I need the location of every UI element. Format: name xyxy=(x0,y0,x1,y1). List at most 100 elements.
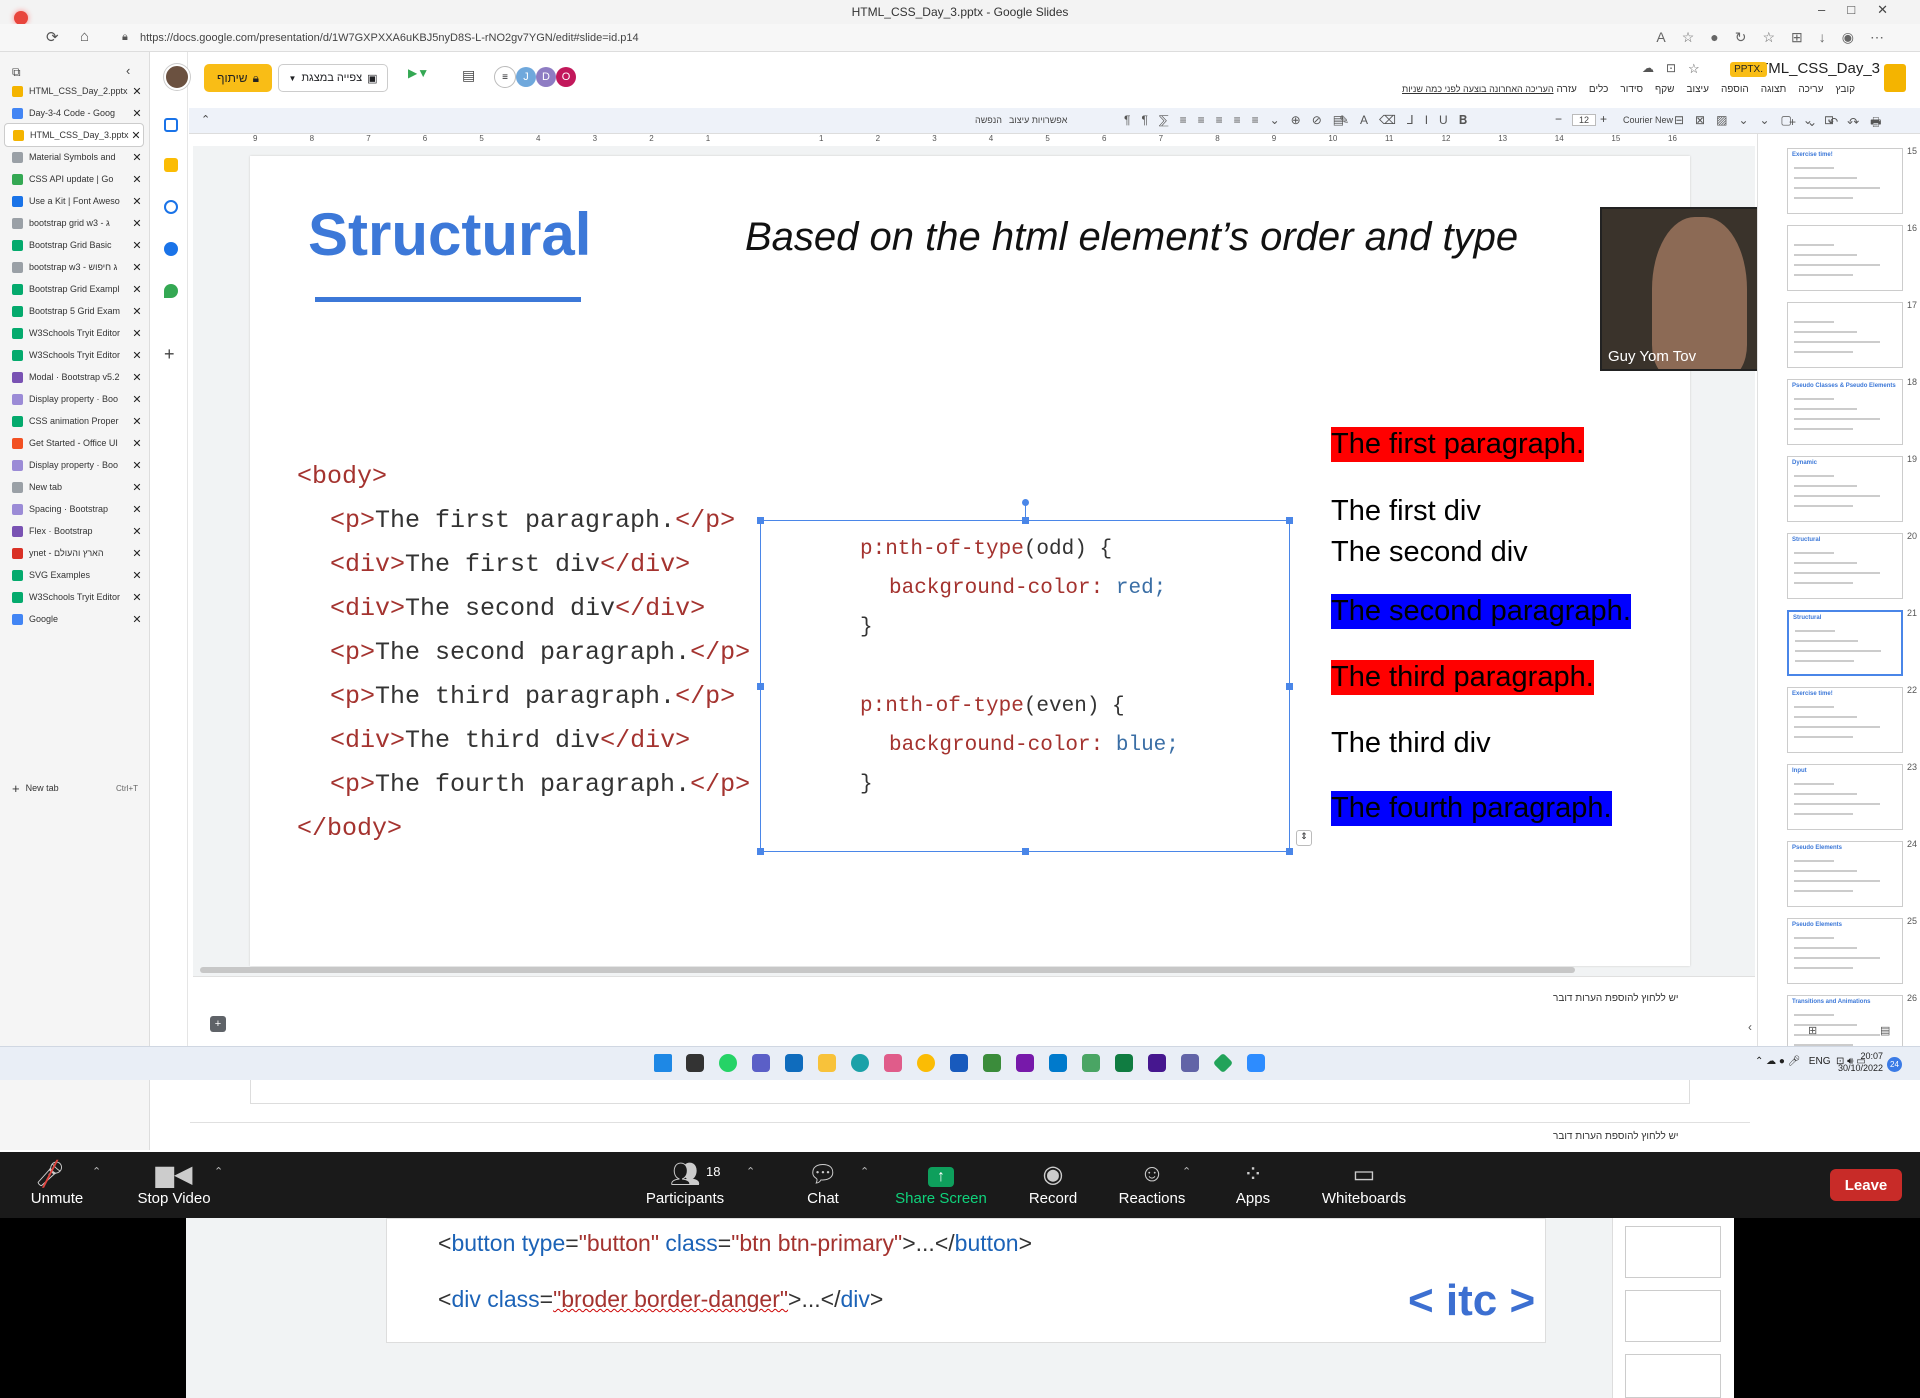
file-explorer-icon[interactable] xyxy=(818,1054,836,1072)
teams-icon[interactable] xyxy=(752,1054,770,1072)
audio-options-caret[interactable]: ⌃ xyxy=(92,1165,101,1178)
browser-tab[interactable]: W3Schools Tryit Editor ✕ xyxy=(4,321,144,345)
slide-thumbnail[interactable]: Pseudo Classes & Pseudo Elements xyxy=(1787,379,1903,445)
slide-thumbnail[interactable]: Structural xyxy=(1787,533,1903,599)
close-icon[interactable]: ✕ xyxy=(130,327,144,340)
close-icon[interactable]: ✕ xyxy=(130,261,144,274)
close-icon[interactable]: ✕ xyxy=(130,569,144,582)
browser-tab[interactable]: New tab ✕ xyxy=(4,475,144,499)
whatsapp-icon[interactable] xyxy=(719,1054,737,1072)
start-icon[interactable] xyxy=(654,1054,672,1072)
html-code-line[interactable]: <p>The first paragraph.</p> xyxy=(330,506,735,535)
maps-icon[interactable] xyxy=(164,284,178,298)
close-icon[interactable]: ✕ xyxy=(130,503,144,516)
browser-tab[interactable]: Get Started - Office UI ✕ xyxy=(4,431,144,455)
account-avatar[interactable] xyxy=(164,64,190,90)
close-icon[interactable]: ✕ xyxy=(129,129,143,142)
css-declaration-line[interactable]: background-color: blue; xyxy=(889,734,1179,757)
teams-alt-icon[interactable] xyxy=(1181,1054,1199,1072)
menu-item[interactable]: עריכה xyxy=(1798,84,1823,95)
taskview-icon[interactable] xyxy=(686,1054,704,1072)
browser-tab[interactable]: Bootstrap 5 Grid Exam ✕ xyxy=(4,299,144,323)
result-line[interactable]: The second div xyxy=(1331,535,1528,570)
menu-item[interactable]: כלים xyxy=(1589,84,1609,95)
close-icon[interactable]: ✕ xyxy=(130,437,144,450)
collapse-sidebar-icon[interactable]: ‹ xyxy=(126,63,130,78)
browser-tab[interactable]: Flex · Bootstrap ✕ xyxy=(4,519,144,543)
browser-tab[interactable]: SVG Examples ✕ xyxy=(4,563,144,587)
collaborator-avatar[interactable]: D xyxy=(536,67,556,87)
collapse-toolbar-icon[interactable]: ⌃ xyxy=(201,113,210,126)
slide-thumbnail[interactable]: Exercise time! xyxy=(1787,148,1903,214)
css-declaration-line[interactable]: background-color: red; xyxy=(889,577,1166,600)
browser-tab[interactable]: bootstrap w3 - ג חיפוש ✕ xyxy=(4,255,144,279)
horizontal-scrollbar[interactable] xyxy=(200,967,1575,973)
slide-thumbnail[interactable]: Input xyxy=(1787,764,1903,830)
speaker-notes-placeholder[interactable]: יש ללחוץ להוספת הערות דובר xyxy=(1553,993,1679,1004)
close-icon[interactable]: ✕ xyxy=(130,393,144,406)
html-code-line[interactable]: <p>The third paragraph.</p> xyxy=(330,682,735,711)
taskbar-clock[interactable]: 20:07 30/10/2022 xyxy=(1838,1050,1883,1074)
slide-title[interactable]: Structural xyxy=(308,200,591,269)
menu-item[interactable]: שקף xyxy=(1655,84,1674,95)
url-field[interactable]: https://docs.google.com/presentation/d/1… xyxy=(140,32,639,44)
selected-textbox[interactable] xyxy=(757,499,1293,855)
menu-item[interactable]: הוספה xyxy=(1721,84,1749,95)
slide-subtitle[interactable]: Based on the html element’s order and ty… xyxy=(745,215,1518,260)
calendar-icon[interactable] xyxy=(164,118,178,132)
sway-icon[interactable] xyxy=(983,1054,1001,1072)
resize-handle[interactable] xyxy=(1022,848,1029,855)
browser-tab[interactable]: W3Schools Tryit Editor ✕ xyxy=(4,585,144,609)
css-close-line[interactable]: } xyxy=(860,616,873,639)
menu-item[interactable]: עזרה xyxy=(1556,84,1576,95)
font-size-field[interactable]: 12 xyxy=(1572,114,1596,126)
menu-item[interactable]: סידור xyxy=(1620,84,1643,95)
window-controls[interactable]: –□✕ xyxy=(1818,2,1910,18)
close-icon[interactable]: ✕ xyxy=(130,613,144,626)
slide-thumbnail[interactable]: Pseudo Elements xyxy=(1787,918,1903,984)
keep-icon[interactable] xyxy=(164,158,178,172)
word-icon[interactable] xyxy=(950,1054,968,1072)
browser-tab[interactable]: W3Schools Tryit Editor ✕ xyxy=(4,343,144,367)
font-family-dropdown[interactable]: Courier New xyxy=(1623,115,1673,125)
browser-tab[interactable]: ynet - הארץ והעולם ✕ xyxy=(4,541,144,565)
participants-options-caret[interactable]: ⌃ xyxy=(746,1165,755,1178)
tab-actions-icon[interactable]: ⧉ xyxy=(12,65,21,80)
result-line[interactable]: The third div xyxy=(1331,726,1491,761)
text-format-icons[interactable]: ✎A⌫⅃IU𝐁 xyxy=(1339,113,1478,128)
collaborator-avatar[interactable]: J xyxy=(516,67,536,87)
document-title[interactable]: HTML_CSS_Day_3 xyxy=(1748,60,1880,77)
close-icon[interactable]: ✕ xyxy=(130,459,144,472)
format-options-button[interactable]: אפשרויות עיצוב xyxy=(1009,115,1067,125)
slide-thumbnail[interactable] xyxy=(1787,225,1903,291)
close-icon[interactable]: ✕ xyxy=(130,217,144,230)
menu-item[interactable]: קובץ xyxy=(1835,84,1855,95)
resize-handle[interactable] xyxy=(1022,517,1029,524)
result-line[interactable]: The first div xyxy=(1331,494,1481,529)
toolbar-insert-icons[interactable]: ⊟⊠▨⌄⌄▢⌄⊡⌄ xyxy=(1674,113,1866,127)
add-addon-icon[interactable]: + xyxy=(164,344,175,365)
browser-tab[interactable]: Bootstrap Grid Exampl ✕ xyxy=(4,277,144,301)
reactions-options-caret[interactable]: ⌃ xyxy=(1182,1165,1191,1178)
snipping-tool-icon[interactable] xyxy=(884,1054,902,1072)
close-icon[interactable]: ✕ xyxy=(130,151,144,164)
filmstrip-view-icon[interactable]: ▤ xyxy=(1880,1024,1890,1037)
slide-thumbnail[interactable]: Dynamic xyxy=(1787,456,1903,522)
contacts-icon[interactable] xyxy=(164,242,178,256)
rotate-handle[interactable] xyxy=(1022,499,1029,506)
result-line[interactable]: The second paragraph. xyxy=(1331,594,1631,629)
comments-icon[interactable]: ▤ xyxy=(462,67,475,84)
autofit-icon[interactable]: ⇕ xyxy=(1296,830,1312,846)
grid-view-icon[interactable]: ⊞ xyxy=(1808,1024,1817,1037)
share-screen-button[interactable]: ↑ Share Screen xyxy=(886,1160,996,1207)
refresh-icon[interactable]: ⟳ xyxy=(46,28,59,46)
browser-tab[interactable]: Spacing · Bootstrap ✕ xyxy=(4,497,144,521)
browser-tab[interactable]: Google ✕ xyxy=(4,607,144,631)
close-icon[interactable]: ✕ xyxy=(130,349,144,362)
close-icon[interactable]: ✕ xyxy=(130,371,144,384)
html-code-line[interactable]: <p>The second paragraph.</p> xyxy=(330,638,750,667)
zoom-icon[interactable] xyxy=(1247,1054,1265,1072)
browser-tab[interactable]: HTML_CSS_Day_2.pptx ✕ xyxy=(4,79,144,103)
last-edit-link[interactable]: העריכה האחרונה בוצעה לפני כמה שניות xyxy=(1402,84,1554,94)
result-line[interactable]: The fourth paragraph. xyxy=(1331,791,1612,826)
